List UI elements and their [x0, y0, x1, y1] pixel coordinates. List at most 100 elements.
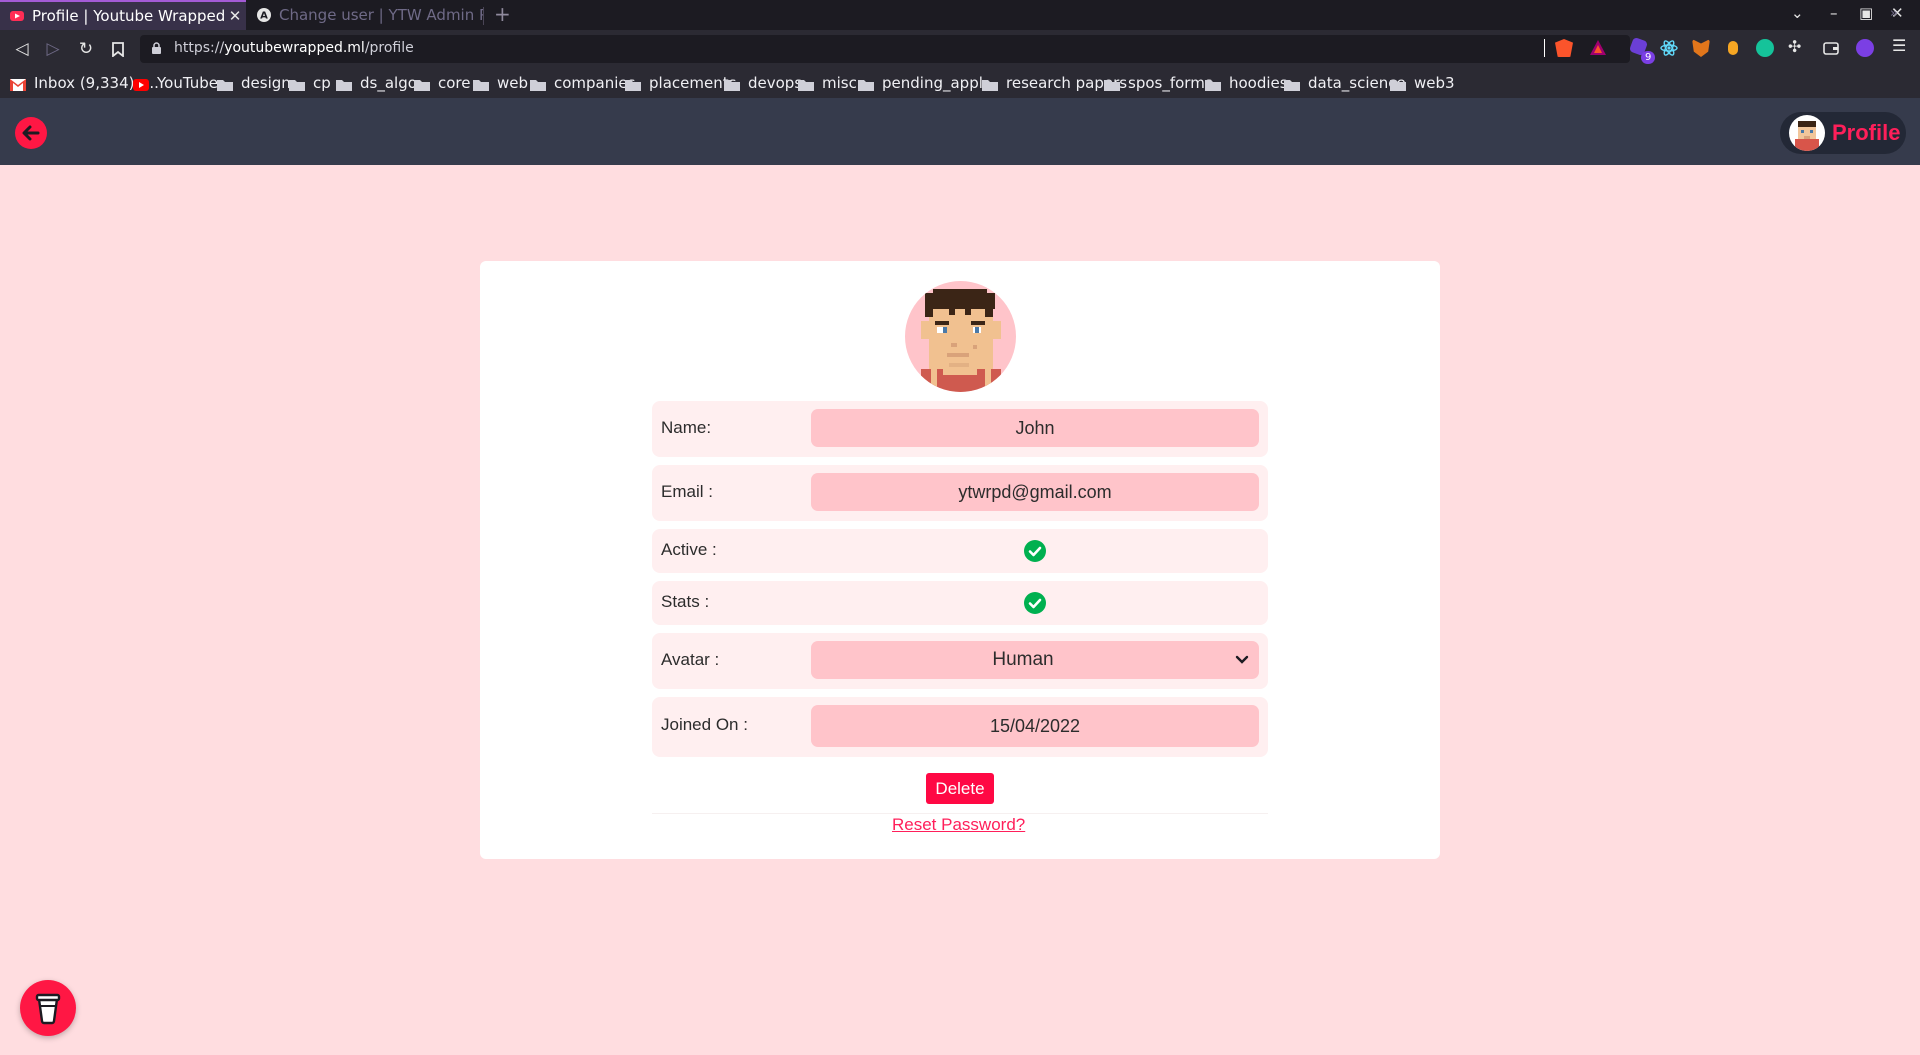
- arrow-left-icon: [22, 125, 40, 141]
- bookmark-label: devops: [748, 74, 803, 92]
- folder-icon: [1205, 77, 1221, 91]
- bookmarks-overflow-icon[interactable]: »: [1890, 6, 1898, 21]
- brave-rewards-icon[interactable]: [1589, 39, 1607, 57]
- avatar-label: Avatar :: [661, 650, 720, 669]
- buy-me-a-coffee-button[interactable]: [20, 980, 76, 1036]
- grammarly-icon[interactable]: [1756, 39, 1774, 57]
- bookmark-label: hoodies: [1229, 74, 1288, 92]
- bookmark-item[interactable]: core: [414, 68, 471, 98]
- bookmark-item[interactable]: spos_forms: [1104, 68, 1213, 98]
- folder-icon: [798, 77, 814, 91]
- bookmark-label: web3: [1414, 74, 1455, 92]
- active-row: [652, 529, 1268, 573]
- name-label: Name:: [661, 418, 712, 437]
- bookmark-item[interactable]: web3: [1390, 68, 1455, 98]
- pixel-human-avatar-icon: [921, 289, 1001, 392]
- email-field[interactable]: ytwrpd@gmail.com: [811, 473, 1259, 511]
- folder-icon: [1104, 77, 1120, 91]
- avatar-select-value: Human: [992, 649, 1054, 670]
- youtube-wrapped-favicon-icon: [10, 11, 24, 21]
- bookmark-item[interactable]: YouTube: [133, 68, 218, 98]
- youtube-icon: [133, 77, 149, 91]
- tab-title: Change user | YTW Admin Panel: [279, 6, 483, 24]
- chevron-down-icon: [1235, 655, 1249, 664]
- bookmark-item[interactable]: placements: [625, 68, 736, 98]
- bookmark-item[interactable]: companies: [530, 68, 635, 98]
- stats-label: Stats :: [661, 592, 710, 611]
- tab-admin[interactable]: A Change user | YTW Admin Panel: [247, 0, 483, 30]
- folder-icon: [1284, 77, 1300, 91]
- back-button[interactable]: [15, 117, 47, 149]
- folder-icon: [858, 77, 874, 91]
- new-tab-plus-icon[interactable]: +: [494, 2, 511, 26]
- bookmark-item[interactable]: pending_appl...: [858, 68, 997, 98]
- address-bar[interactable]: https://youtubewrapped.ml/profile: [140, 35, 1630, 63]
- folder-icon: [625, 77, 641, 91]
- delete-button[interactable]: Delete: [926, 773, 994, 804]
- bookmark-icon[interactable]: [107, 38, 129, 60]
- folder-icon: [724, 77, 740, 91]
- bookmark-label: design: [241, 74, 291, 92]
- react-devtools-icon[interactable]: [1660, 39, 1678, 57]
- admin-favicon-icon: A: [257, 8, 271, 22]
- forward-arrow-icon[interactable]: ▷: [42, 38, 64, 60]
- tab-title: Profile | Youtube Wrapped: [32, 7, 224, 25]
- gmail-icon: [10, 77, 26, 91]
- tab-close-icon[interactable]: ✕: [224, 7, 246, 25]
- bookmark-item[interactable]: devops: [724, 68, 802, 98]
- reset-password-link[interactable]: Reset Password?: [892, 815, 1025, 835]
- bookmark-label: misc: [822, 74, 857, 92]
- folder-icon: [336, 77, 352, 91]
- maximize-icon[interactable]: ▣: [1859, 4, 1873, 22]
- url-text[interactable]: https://youtubewrapped.ml/profile: [174, 40, 414, 56]
- bookmark-label: ds_algo: [360, 74, 417, 92]
- profile-avatar-icon[interactable]: [1856, 39, 1874, 57]
- folder-icon: [289, 77, 305, 91]
- folder-icon: [530, 77, 546, 91]
- brave-shield-icon[interactable]: [1555, 39, 1573, 57]
- tab-list-chevron-icon[interactable]: ⌄: [1791, 4, 1804, 22]
- name-field[interactable]: John: [811, 409, 1259, 447]
- lock-icon: [152, 42, 161, 54]
- stats-row: [652, 581, 1268, 625]
- bookmark-label: core: [438, 74, 471, 92]
- folder-icon: [1390, 77, 1406, 91]
- avatar-select[interactable]: Human: [811, 641, 1259, 679]
- profile-label[interactable]: Profile: [1832, 120, 1900, 146]
- active-label: Active :: [661, 540, 717, 559]
- email-label: Email :: [661, 482, 713, 501]
- folder-icon: [982, 77, 998, 91]
- wallet-icon[interactable]: [1822, 39, 1840, 57]
- joined-label: Joined On :: [661, 715, 748, 734]
- profile-avatar: [905, 281, 1016, 392]
- extension-capsule-icon[interactable]: [1728, 41, 1738, 55]
- bookmark-item[interactable]: design: [217, 68, 291, 98]
- menu-hamburger-icon[interactable]: ☰: [1892, 36, 1910, 55]
- extensions-puzzle-icon[interactable]: ✣: [1788, 37, 1806, 56]
- bookmark-label: YouTube: [157, 74, 218, 92]
- bookmark-item[interactable]: hoodies: [1205, 68, 1288, 98]
- folder-icon: [217, 77, 233, 91]
- tab-profile[interactable]: Profile | Youtube Wrapped ✕: [0, 0, 246, 30]
- joined-field: 15/04/2022: [811, 705, 1259, 747]
- minimize-icon[interactable]: –: [1830, 4, 1838, 22]
- bookmark-label: web: [497, 74, 529, 92]
- app-header: [0, 98, 1920, 165]
- active-check-icon: [1024, 540, 1046, 562]
- stats-check-icon: [1024, 592, 1046, 614]
- bookmark-item[interactable]: misc: [798, 68, 857, 98]
- bookmark-item[interactable]: data_science: [1284, 68, 1406, 98]
- svg-text:A: A: [260, 11, 268, 22]
- actions-divider: [652, 813, 1268, 814]
- profile-avatar-small[interactable]: [1789, 115, 1825, 151]
- bookmark-item[interactable]: ds_algo: [336, 68, 417, 98]
- bookmark-item[interactable]: cp: [289, 68, 331, 98]
- bookmark-label: pending_appl...: [882, 74, 998, 92]
- bookmark-item[interactable]: web: [473, 68, 528, 98]
- bookmark-label: companies: [554, 74, 636, 92]
- folder-icon: [414, 77, 430, 91]
- reload-icon[interactable]: ↻: [75, 38, 97, 60]
- back-arrow-icon[interactable]: ◁: [11, 38, 33, 60]
- folder-icon: [473, 77, 489, 91]
- bookmark-label: spos_forms: [1128, 74, 1213, 92]
